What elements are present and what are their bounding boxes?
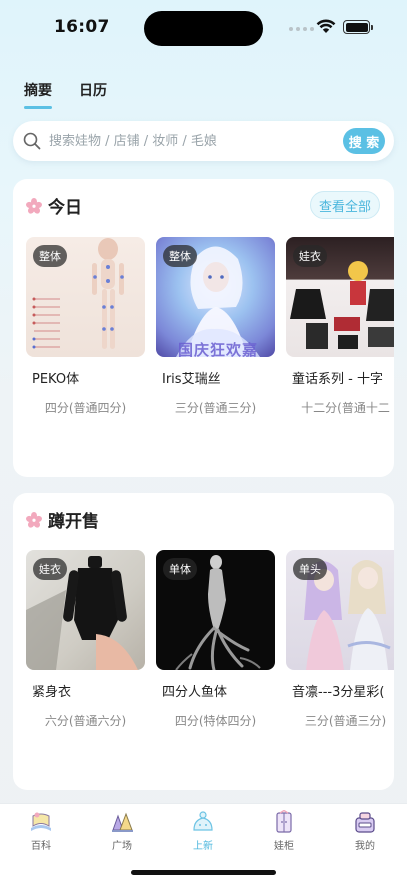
- item-scale: 四分(普通四分): [44, 401, 127, 415]
- battery-icon: [343, 20, 373, 34]
- see-all-button[interactable]: 查看全部: [310, 191, 380, 219]
- today-item-fairytale[interactable]: 娃衣 童话系列 - 十字 十二分(普通十二: [286, 237, 394, 416]
- tabbar-item-encyclopedia[interactable]: 百科: [11, 810, 71, 852]
- today-items: 整体 PEKO体 四分(普通四分) 整体 国庆狂欢嘉 Iris艾瑞丝 三分(普通…: [26, 237, 394, 416]
- today-section: 今日 查看全部 整体 PEKO体 四分(普通四分) 整体 国庆狂欢嘉 Iris艾…: [13, 179, 394, 477]
- product-thumbnail: 整体: [26, 237, 145, 357]
- cellular-signal-icon: [289, 27, 314, 31]
- tab-summary[interactable]: 摘要: [24, 80, 52, 109]
- promo-overlay-text: 国庆狂欢嘉: [178, 341, 259, 357]
- encyclopedia-icon: [31, 812, 51, 831]
- tabbar-label: 广场: [112, 841, 132, 852]
- item-name: Iris艾瑞丝: [162, 372, 221, 387]
- on-sale-item-yinlin[interactable]: 单头 音凛---3分星彩( 三分(普通三分): [286, 550, 394, 729]
- profile-icon: [355, 812, 375, 833]
- product-thumbnail: 娃衣: [26, 550, 145, 670]
- dynamic-island: [144, 11, 263, 46]
- item-name: 童话系列 - 十字: [292, 372, 383, 387]
- category-badge: 娃衣: [33, 558, 67, 580]
- wifi-icon: [316, 19, 336, 33]
- item-name: 四分人鱼体: [162, 685, 228, 700]
- home-indicator: [131, 870, 276, 875]
- sakura-icon: [26, 197, 42, 214]
- item-scale: 十二分(普通十二: [301, 401, 390, 415]
- search-bar: 搜 索: [13, 121, 394, 161]
- tabbar-item-plaza[interactable]: 广场: [92, 810, 152, 852]
- category-badge: 整体: [33, 245, 67, 267]
- on-sale-items: 娃衣 紧身衣 六分(普通六分) 单体 四分人鱼体 四分(特体四分) 单头 音凛-…: [26, 550, 394, 729]
- item-name: PEKO体: [32, 372, 80, 387]
- tabbar-label: 我的: [355, 841, 375, 852]
- tab-calendar[interactable]: 日历: [79, 80, 107, 100]
- search-button[interactable]: 搜 索: [343, 128, 385, 154]
- item-scale: 六分(普通六分): [44, 714, 127, 728]
- category-badge: 娃衣: [293, 245, 327, 267]
- product-thumbnail: 娃衣: [286, 237, 394, 357]
- today-item-peko[interactable]: 整体 PEKO体 四分(普通四分): [26, 237, 145, 416]
- category-badge: 单体: [163, 558, 197, 580]
- on-sale-title: 蹲开售: [48, 512, 99, 532]
- search-input[interactable]: [49, 130, 339, 152]
- item-name: 音凛---3分星彩(: [292, 685, 385, 700]
- tabbar-item-profile[interactable]: 我的: [335, 810, 395, 852]
- category-badge: 单头: [293, 558, 327, 580]
- tabbar-item-new-arrivals[interactable]: 上新: [173, 810, 233, 852]
- item-scale: 三分(普通三分): [304, 714, 387, 728]
- new-arrivals-icon: [193, 811, 213, 831]
- today-item-iris[interactable]: 整体 国庆狂欢嘉 Iris艾瑞丝 三分(普通三分): [156, 237, 275, 416]
- on-sale-item-mermaid[interactable]: 单体 四分人鱼体 四分(特体四分): [156, 550, 275, 729]
- plaza-icon: [112, 812, 133, 832]
- category-badge: 整体: [163, 245, 197, 267]
- today-header: 今日: [26, 193, 82, 218]
- product-thumbnail: 单头: [286, 550, 394, 670]
- status-bar: 16:07: [0, 0, 407, 56]
- doll-cabinet-icon: [276, 810, 292, 833]
- tabbar-label: 百科: [31, 841, 51, 852]
- product-thumbnail: 整体 国庆狂欢嘉: [156, 237, 275, 357]
- tabbar-label: 娃柜: [274, 841, 294, 852]
- item-name: 紧身衣: [32, 685, 72, 700]
- product-thumbnail: 单体: [156, 550, 275, 670]
- on-sale-header: 蹲开售: [26, 507, 99, 532]
- on-sale-item-bodysuit[interactable]: 娃衣 紧身衣 六分(普通六分): [26, 550, 145, 729]
- tabbar-item-doll-cabinet[interactable]: 娃柜: [254, 810, 314, 852]
- sakura-icon: [26, 511, 42, 528]
- search-icon: [23, 132, 41, 150]
- item-scale: 四分(特体四分): [174, 714, 257, 728]
- today-title: 今日: [48, 198, 82, 218]
- item-scale: 三分(普通三分): [174, 401, 257, 415]
- tabbar-label: 上新: [193, 841, 213, 852]
- status-time: 16:07: [54, 17, 110, 37]
- top-tabs: 摘要 日历: [24, 80, 107, 109]
- on-sale-section: 蹲开售 娃衣 紧身衣 六分(普通六分) 单体 四分人鱼体 四分(特体四分) 单头…: [13, 493, 394, 790]
